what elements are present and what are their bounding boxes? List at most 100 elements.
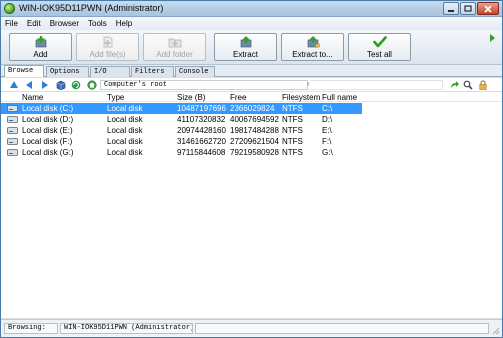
title-bar: WIN-IOK95D11PWN (Administrator) [1,1,502,17]
window-title: WIN-IOK95D11PWN (Administrator) [19,3,164,13]
path-dropdown-marker: ‹ [307,79,310,88]
cell-type: Local disk [107,126,143,135]
column-header: Name Type Size (B) Free Filesystem Full … [1,92,502,102]
column-filesystem[interactable]: Filesystem [282,93,320,102]
minimize-button[interactable] [443,2,459,15]
add-button[interactable]: Add [9,33,72,61]
cell-free: 2366029824 [230,104,275,113]
app-logo-icon [4,3,15,14]
status-label: Browsing: [4,323,58,334]
minimize-icon [448,9,454,12]
cell-size: 97115844608 [177,148,226,157]
extract-label: Extract [233,50,258,59]
column-full-name[interactable]: Full name [322,93,357,102]
cell-filesystem: NTFS [282,115,303,124]
menu-tools[interactable]: Tools [88,19,107,28]
cell-filesystem: NTFS [282,126,303,135]
go-icon[interactable] [449,80,459,90]
add-folder-label: Add folder [156,50,193,59]
cell-full-name: C:\ [322,104,333,113]
cell-type: Local disk [107,148,143,157]
table-row[interactable]: Local disk (D:) Local disk 41107320832 4… [1,114,362,125]
cell-name: Local disk (F:) [22,137,73,146]
cell-size: 10487197696 [177,104,226,113]
hard-disk-icon [7,116,18,123]
hard-disk-icon [7,138,18,145]
add-label: Add [33,50,48,59]
chevron-right-icon[interactable] [489,34,496,42]
tab-io[interactable]: I/O [90,66,130,77]
close-icon [484,4,492,13]
maximize-button[interactable] [460,2,476,15]
cell-type: Local disk [107,115,143,124]
cell-filesystem: NTFS [282,137,303,146]
table-row[interactable]: Local disk (F:) Local disk 31461662720 2… [1,136,362,147]
cell-size: 20974428160 [177,126,226,135]
cell-free: 79219580928 [230,148,279,157]
add-files-button[interactable]: Add file(s) [76,33,139,61]
tab-filters[interactable]: Filters [131,66,174,77]
search-icon[interactable] [463,80,473,90]
home-icon[interactable] [87,80,97,90]
status-value: WIN-IOK95D11PWN (Administrator) [60,323,193,334]
table-row[interactable]: Local disk (C:) Local disk 10487197696 2… [1,103,362,114]
cell-filesystem: NTFS [282,148,303,157]
cell-free: 19817484288 [230,126,279,135]
close-button[interactable] [477,2,499,15]
add-folder-button[interactable]: Add folder [143,33,206,61]
forward-icon[interactable] [40,80,50,90]
menu-edit[interactable]: Edit [27,19,41,28]
column-type[interactable]: Type [107,93,124,102]
resize-grip-icon[interactable] [492,327,500,335]
cell-name: Local disk (C:) [22,104,74,113]
maximize-icon [464,5,472,12]
column-free[interactable]: Free [230,93,246,102]
app-window: WIN-IOK95D11PWN (Administrator) File Edi… [0,0,503,338]
cell-full-name: G:\ [322,148,333,157]
menu-browser[interactable]: Browser [50,19,79,28]
add-files-label: Add file(s) [89,50,126,59]
cell-full-name: F:\ [322,137,332,146]
status-extra [195,323,489,334]
path-dropdown[interactable]: ‹ [307,79,443,90]
extract-button[interactable]: Extract [214,33,277,61]
cell-full-name: D:\ [322,115,333,124]
hard-disk-icon [7,127,18,134]
lock-icon[interactable] [478,80,488,90]
path-field[interactable]: Computer's root [100,80,308,90]
tab-browse[interactable]: Browse [4,65,44,77]
hard-disk-icon [7,149,18,156]
extract-to-label: Extract to... [292,50,333,59]
menu-bar: File Edit Browser Tools Help [1,17,502,30]
test-all-button[interactable]: Test all [348,33,411,61]
cell-free: 27209621504 [230,137,279,146]
address-bar: Computer's root ‹ [1,78,502,92]
tab-console[interactable]: Console [175,66,215,77]
column-size[interactable]: Size (B) [177,93,205,102]
cell-size: 41107320832 [177,115,226,124]
test-all-icon [372,36,387,48]
cell-type: Local disk [107,137,143,146]
menu-help[interactable]: Help [116,19,132,28]
window-controls [442,2,499,15]
cell-size: 31461662720 [177,137,226,146]
file-list: Name Type Size (B) Free Filesystem Full … [1,92,502,318]
add-files-icon [103,36,112,48]
table-row[interactable]: Local disk (G:) Local disk 97115844608 7… [1,147,362,158]
status-bar: Browsing: WIN-IOK95D11PWN (Administrator… [1,319,502,337]
extract-to-button[interactable]: Extract to... [281,33,344,61]
hard-disk-icon [7,105,18,112]
cube-icon[interactable] [56,80,66,90]
back-icon[interactable] [24,80,34,90]
menu-file[interactable]: File [5,19,18,28]
extract-to-icon [307,36,320,48]
cell-filesystem: NTFS [282,104,303,113]
up-icon[interactable] [9,80,19,90]
refresh-icon[interactable] [71,80,81,90]
table-row[interactable]: Local disk (E:) Local disk 20974428160 1… [1,125,362,136]
column-name[interactable]: Name [22,93,43,102]
add-icon [35,36,46,48]
tab-options[interactable]: Options [46,66,89,77]
toolbar: Add Add file(s) Add folder Extract Extra… [1,30,502,65]
extract-icon [240,36,251,48]
